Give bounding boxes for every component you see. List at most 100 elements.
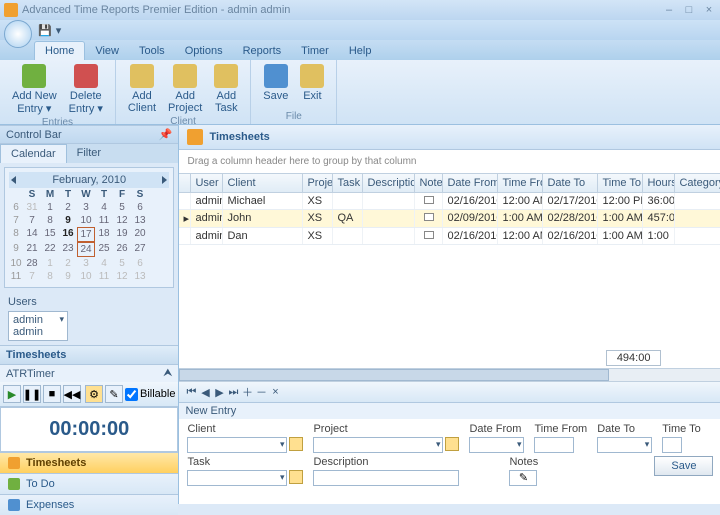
- tab-options[interactable]: Options: [175, 42, 233, 60]
- time-to-input[interactable]: [662, 437, 682, 453]
- nav-next-button[interactable]: ▶: [213, 386, 225, 399]
- calendar-day[interactable]: 16: [59, 227, 77, 242]
- close-button[interactable]: ×: [702, 4, 716, 16]
- calendar-day[interactable]: 11: [95, 270, 113, 283]
- calendar-day[interactable]: 9: [59, 214, 77, 227]
- calendar-day[interactable]: 6: [131, 257, 149, 270]
- calendar-day[interactable]: 14: [23, 227, 41, 242]
- description-input[interactable]: [313, 470, 459, 486]
- calendar-day[interactable]: 10: [77, 270, 95, 283]
- calendar-day[interactable]: 1: [41, 201, 59, 214]
- col-client[interactable]: Client: [223, 174, 303, 192]
- tab-help[interactable]: Help: [339, 42, 382, 60]
- pin-icon[interactable]: 📌: [159, 128, 173, 141]
- col-category[interactable]: Category: [675, 174, 720, 192]
- col-task[interactable]: Task: [333, 174, 363, 192]
- calendar-day[interactable]: 2: [59, 257, 77, 270]
- calendar-day[interactable]: 10: [77, 214, 95, 227]
- calendar-day[interactable]: 21: [23, 242, 41, 257]
- col-notes[interactable]: Notes: [415, 174, 443, 192]
- calendar-day[interactable]: 5: [113, 257, 131, 270]
- col-date-to[interactable]: Date To: [543, 174, 598, 192]
- nav-first-button[interactable]: ⏮: [185, 386, 197, 399]
- calendar-day[interactable]: 13: [131, 214, 149, 227]
- calendar-day[interactable]: 13: [131, 270, 149, 283]
- timer-action-a-button[interactable]: ⚙: [85, 385, 103, 403]
- col-user[interactable]: User: [191, 174, 223, 192]
- nav-todo[interactable]: To Do: [0, 473, 178, 494]
- task-input[interactable]: [187, 470, 287, 486]
- calendar-day[interactable]: 8: [41, 214, 59, 227]
- calendar-day[interactable]: 8: [41, 270, 59, 283]
- col-time-from[interactable]: Time From: [498, 174, 543, 192]
- nav-delete-button[interactable]: －: [255, 384, 267, 400]
- nav-timesheets[interactable]: Timesheets: [0, 452, 178, 473]
- calendar-day[interactable]: 7: [23, 214, 41, 227]
- add-project-button[interactable]: Add Project: [162, 62, 208, 116]
- save-button[interactable]: Save: [257, 62, 294, 111]
- minimize-button[interactable]: –: [662, 4, 676, 16]
- calendar-day[interactable]: 24: [77, 242, 95, 257]
- notes-button[interactable]: ✎: [509, 470, 537, 486]
- tab-timer[interactable]: Timer: [291, 42, 339, 60]
- add-new-entry-button[interactable]: Add New Entry ▾: [6, 62, 63, 117]
- calendar-day[interactable]: 11: [95, 214, 113, 227]
- calendar-day[interactable]: 12: [113, 214, 131, 227]
- save-icon[interactable]: 💾: [38, 24, 52, 37]
- calendar-day[interactable]: 12: [113, 270, 131, 283]
- filter-tab[interactable]: Filter: [67, 144, 111, 163]
- calendar-day[interactable]: 1: [41, 257, 59, 270]
- maximize-button[interactable]: □: [682, 4, 696, 16]
- calendar-day[interactable]: 19: [113, 227, 131, 242]
- calendar-day[interactable]: 3: [77, 201, 95, 214]
- table-row[interactable]: adminMichaelXS02/16/201012:00 AM02/17/20…: [179, 193, 720, 210]
- col-date-from[interactable]: Date From: [443, 174, 498, 192]
- col-hours[interactable]: Hours: [643, 174, 675, 192]
- calendar-day[interactable]: 6: [131, 201, 149, 214]
- calendar-day[interactable]: 2: [59, 201, 77, 214]
- collapse-icon[interactable]: ⮝: [163, 367, 172, 380]
- billable-checkbox[interactable]: [125, 388, 138, 401]
- rewind-button[interactable]: ◀◀: [63, 385, 81, 403]
- calendar-day[interactable]: 7: [23, 270, 41, 283]
- date-to-input[interactable]: [597, 437, 652, 453]
- nav-prev-button[interactable]: ◀: [199, 386, 211, 399]
- calendar-day[interactable]: 23: [59, 242, 77, 257]
- tab-view[interactable]: View: [85, 42, 129, 60]
- next-month-button[interactable]: [162, 176, 167, 184]
- calendar-day[interactable]: 18: [95, 227, 113, 242]
- calendar-widget[interactable]: February, 2010 SMTWTFS631123456778910111…: [4, 167, 174, 288]
- client-input[interactable]: [187, 437, 287, 453]
- calendar-day[interactable]: 20: [131, 227, 149, 242]
- calendar-day[interactable]: 4: [95, 201, 113, 214]
- calendar-day[interactable]: 28: [23, 257, 41, 270]
- project-input[interactable]: [313, 437, 443, 453]
- users-combo[interactable]: admin admin: [8, 311, 68, 341]
- calendar-day[interactable]: 9: [59, 270, 77, 283]
- col-project[interactable]: Project: [303, 174, 333, 192]
- app-orb-button[interactable]: [4, 20, 32, 48]
- calendar-day[interactable]: 26: [113, 242, 131, 257]
- calendar-day[interactable]: 22: [41, 242, 59, 257]
- add-task-button[interactable]: Add Task: [208, 62, 244, 116]
- exit-button[interactable]: Exit: [294, 62, 330, 111]
- qat-dropdown-icon[interactable]: ▾: [56, 24, 62, 37]
- play-button[interactable]: ▶: [3, 385, 21, 403]
- col-time-to[interactable]: Time To: [598, 174, 643, 192]
- pause-button[interactable]: ❚❚: [23, 385, 41, 403]
- add-client-button[interactable]: Add Client: [122, 62, 162, 116]
- calendar-day[interactable]: 5: [113, 201, 131, 214]
- date-from-input[interactable]: [469, 437, 524, 453]
- nav-expenses[interactable]: Expenses: [0, 494, 178, 515]
- stop-button[interactable]: ■: [43, 385, 61, 403]
- calendar-day[interactable]: 31: [23, 201, 41, 214]
- nav-last-button[interactable]: ⏭: [227, 386, 239, 399]
- timer-action-b-button[interactable]: ✎: [105, 385, 123, 403]
- calendar-day[interactable]: 17: [77, 227, 95, 242]
- nav-cancel-button[interactable]: ×: [269, 386, 281, 398]
- grid-hscroll[interactable]: [179, 368, 720, 382]
- table-row[interactable]: adminDanXS02/16/201012:00 AM02/16/20101:…: [179, 228, 720, 245]
- client-picker-button[interactable]: [289, 437, 303, 451]
- delete-entry-button[interactable]: Delete Entry ▾: [63, 62, 109, 117]
- calendar-day[interactable]: 15: [41, 227, 59, 242]
